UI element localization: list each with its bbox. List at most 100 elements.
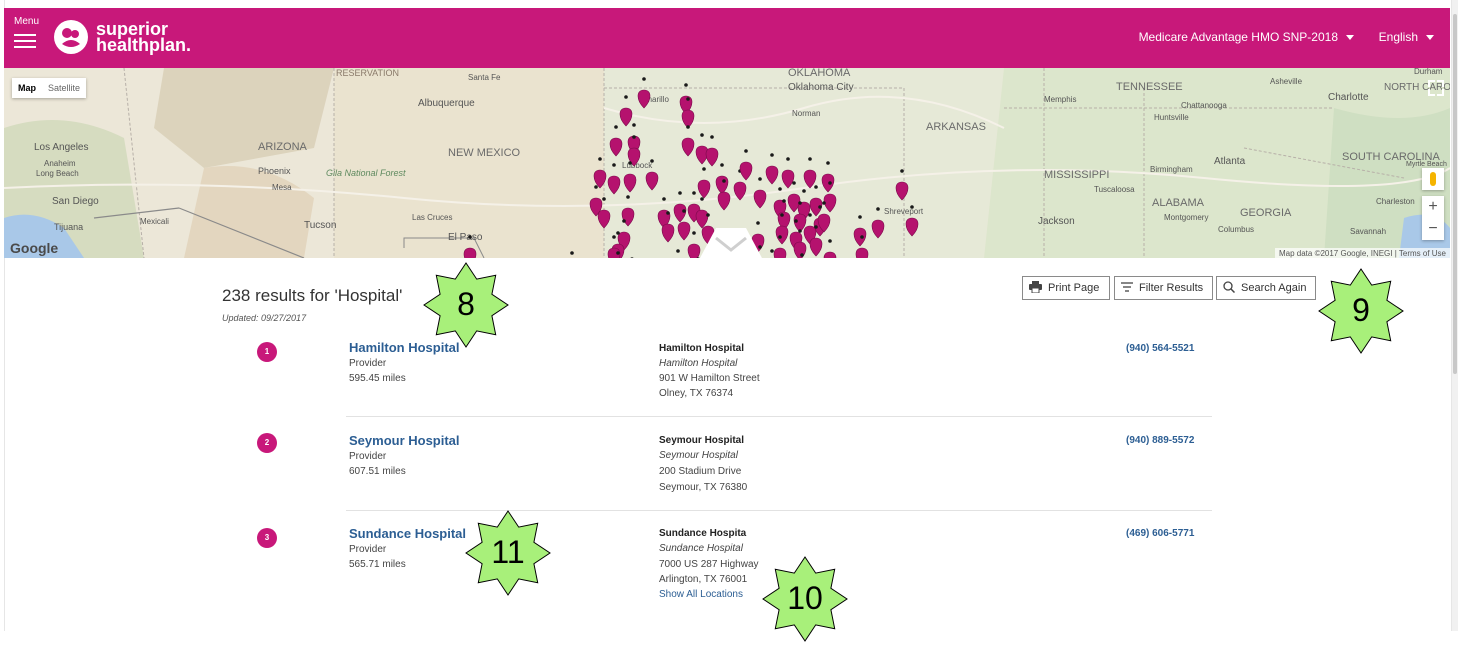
- location-city: Olney, TX 76374: [659, 388, 734, 399]
- google-logo: Google: [10, 240, 59, 256]
- zoom-in-button[interactable]: +: [1422, 196, 1444, 218]
- map-attribution[interactable]: Map data ©2017 Google, INEGI | Terms of …: [1274, 248, 1450, 258]
- svg-text:Albuquerque: Albuquerque: [418, 98, 475, 109]
- svg-text:Charlotte: Charlotte: [1328, 92, 1369, 103]
- callout-star-11: 11: [465, 510, 551, 596]
- plan-dropdown[interactable]: Medicare Advantage HMO SNP-2018: [1139, 30, 1354, 44]
- provider-name-link[interactable]: Sundance Hospital: [349, 526, 466, 541]
- svg-text:Las Cruces: Las Cruces: [412, 213, 452, 222]
- svg-text:Memphis: Memphis: [1044, 95, 1076, 104]
- location-name: Sundance Hospita: [659, 528, 747, 539]
- collapse-map-chevron-icon[interactable]: [700, 228, 762, 258]
- svg-text:Tucson: Tucson: [304, 220, 336, 231]
- scrollbar-thumb[interactable]: [1453, 14, 1457, 374]
- provider-type: Provider: [349, 358, 387, 369]
- street-view-pegman-icon[interactable]: [1422, 168, 1444, 190]
- print-page-label: Print Page: [1048, 282, 1100, 294]
- show-all-locations-link[interactable]: Show All Locations: [659, 589, 743, 600]
- svg-text:Atlanta: Atlanta: [1214, 156, 1246, 167]
- location-street: 7000 US 287 Highway: [659, 559, 759, 570]
- superior-healthplan-logo[interactable]: superior healthplan.: [54, 17, 191, 57]
- callout-number: 10: [787, 580, 823, 616]
- filter-results-button[interactable]: Filter Results: [1114, 276, 1213, 300]
- svg-text:ARIZONA: ARIZONA: [258, 141, 308, 153]
- menu-label: Menu: [14, 16, 40, 27]
- svg-text:Asheville: Asheville: [1270, 77, 1303, 86]
- chevron-down-icon: [1426, 35, 1434, 41]
- page-scrollbar[interactable]: [1452, 0, 1458, 631]
- provider-distance: 595.45 miles: [349, 373, 406, 384]
- svg-text:El Paso: El Paso: [448, 232, 483, 243]
- map-type-satellite-button[interactable]: Satellite: [42, 78, 86, 98]
- location-name: Seymour Hospital: [659, 435, 745, 446]
- phone-link[interactable]: (940) 564-5521: [1126, 343, 1194, 354]
- svg-text:TENNESSEE: TENNESSEE: [1116, 81, 1183, 93]
- map-type-map-button[interactable]: Map: [12, 78, 42, 98]
- map-type-control: Map Satellite: [12, 78, 87, 98]
- svg-text:GEORGIA: GEORGIA: [1240, 207, 1292, 219]
- svg-text:Norman: Norman: [792, 109, 820, 118]
- site-header: Menu superior healthplan. Medicare Advan…: [4, 8, 1450, 68]
- print-page-button[interactable]: Print Page: [1022, 276, 1110, 300]
- location-street: 901 W Hamilton Street: [659, 373, 760, 384]
- updated-date: Updated: 09/27/2017: [222, 313, 307, 323]
- result-number-badge: 1: [257, 342, 277, 362]
- callout-number: 11: [491, 534, 525, 570]
- svg-text:Oklahoma City: Oklahoma City: [788, 82, 854, 93]
- search-again-button[interactable]: Search Again: [1216, 276, 1316, 300]
- phone-link[interactable]: (940) 889-5572: [1126, 435, 1194, 446]
- callout-number: 9: [1352, 292, 1370, 328]
- chevron-down-icon: [1346, 35, 1354, 41]
- svg-text:Huntsville: Huntsville: [1154, 113, 1189, 122]
- filter-results-label: Filter Results: [1139, 282, 1204, 294]
- zoom-out-button[interactable]: −: [1422, 218, 1444, 240]
- fullscreen-icon[interactable]: [1426, 78, 1446, 98]
- location-alt-name: Hamilton Hospital: [659, 358, 738, 369]
- provider-distance: 607.51 miles: [349, 466, 406, 477]
- svg-text:Tuscaloosa: Tuscaloosa: [1094, 185, 1135, 194]
- svg-text:Birmingham: Birmingham: [1150, 165, 1193, 174]
- phone-link[interactable]: (469) 606-5771: [1126, 528, 1194, 539]
- svg-text:Mexicali: Mexicali: [140, 217, 169, 226]
- svg-text:Myrtle Beach: Myrtle Beach: [1406, 161, 1447, 168]
- svg-text:Anaheim: Anaheim: [44, 159, 76, 168]
- svg-text:Chattanooga: Chattanooga: [1181, 101, 1227, 110]
- logo-icon: [54, 20, 88, 54]
- svg-text:Columbus: Columbus: [1218, 225, 1254, 234]
- hamburger-icon: [14, 34, 36, 48]
- logo-text-line2: healthplan.: [96, 35, 192, 55]
- zoom-control: + −: [1422, 196, 1444, 240]
- results-map[interactable]: RESERVATION Santa Fe Albuquerque OKLAHOM…: [4, 68, 1450, 258]
- search-again-label: Search Again: [1241, 282, 1307, 294]
- callout-star-8: 8: [423, 262, 509, 348]
- svg-text:MISSISSIPPI: MISSISSIPPI: [1044, 169, 1109, 181]
- svg-text:Jackson: Jackson: [1038, 216, 1075, 227]
- printer-icon: [1029, 280, 1042, 296]
- svg-text:Charleston: Charleston: [1376, 197, 1415, 206]
- plan-dropdown-label: Medicare Advantage HMO SNP-2018: [1138, 30, 1338, 44]
- svg-text:ARKANSAS: ARKANSAS: [926, 121, 986, 133]
- map-label: RESERVATION: [336, 68, 399, 78]
- results-title: 238 results for 'Hospital': [222, 286, 403, 305]
- callout-star-9: 9: [1318, 268, 1404, 354]
- svg-text:OKLAHOMA: OKLAHOMA: [788, 68, 851, 79]
- provider-name-link[interactable]: Seymour Hospital: [349, 433, 460, 448]
- callout-number: 8: [457, 286, 475, 322]
- menu-button[interactable]: Menu: [14, 14, 44, 62]
- svg-text:Tijuana: Tijuana: [54, 222, 83, 232]
- svg-text:Gila National Forest: Gila National Forest: [326, 168, 406, 178]
- callout-star-10: 10: [762, 556, 848, 642]
- language-dropdown[interactable]: English: [1379, 30, 1434, 44]
- filter-icon: [1121, 281, 1133, 295]
- result-divider: [346, 416, 1212, 417]
- location-name: Hamilton Hospital: [659, 343, 745, 354]
- svg-text:Savannah: Savannah: [1350, 227, 1386, 236]
- result-number-badge: 3: [257, 528, 277, 548]
- svg-text:Long Beach: Long Beach: [36, 169, 79, 178]
- location-city: Arlington, TX 76001: [659, 574, 748, 585]
- svg-text:Los Angeles: Los Angeles: [34, 142, 89, 153]
- provider-distance: 565.71 miles: [349, 559, 406, 570]
- location-street: 200 Stadium Drive: [659, 466, 742, 477]
- svg-text:San Diego: San Diego: [52, 196, 99, 207]
- svg-text:Montgomery: Montgomery: [1164, 213, 1208, 222]
